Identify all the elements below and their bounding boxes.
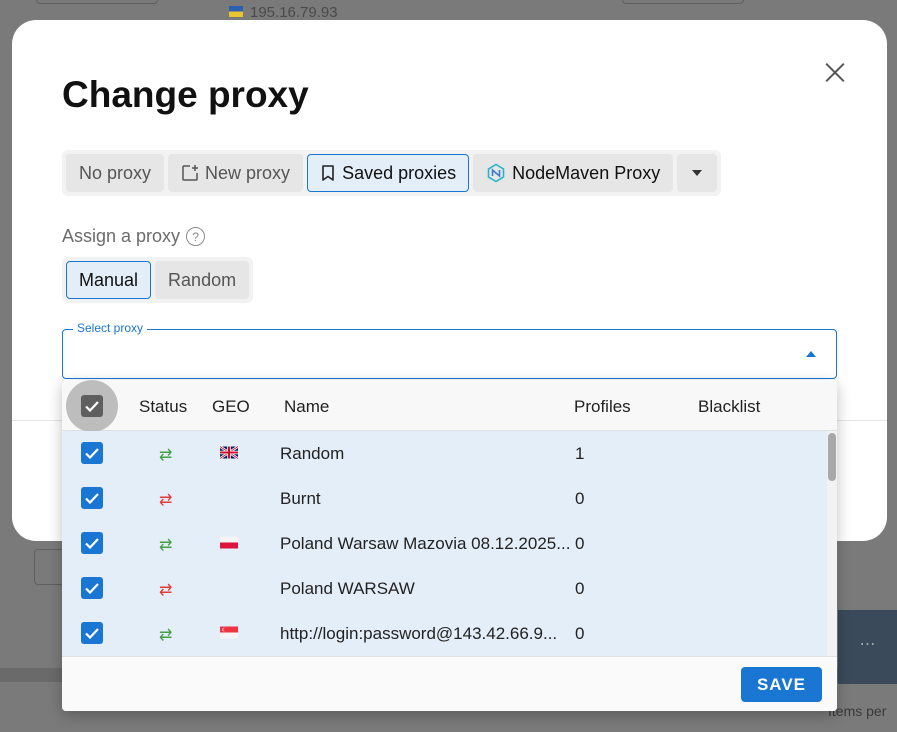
row-name: Random xyxy=(280,444,345,463)
check-icon xyxy=(85,448,99,460)
tab-saved-proxies[interactable]: Saved proxies xyxy=(307,154,470,192)
tab-new-proxy[interactable]: New proxy xyxy=(168,154,304,192)
tab-label: Saved proxies xyxy=(342,162,457,183)
row-profiles: 1 xyxy=(575,444,585,463)
column-geo[interactable]: GEO xyxy=(212,397,250,417)
select-proxy-label: Select proxy xyxy=(73,321,148,335)
table-row[interactable]: ⇄ Poland WARSAW 0 xyxy=(62,566,827,611)
tab-no-proxy[interactable]: No proxy xyxy=(66,154,165,192)
check-icon xyxy=(85,628,99,640)
chevron-down-icon xyxy=(692,170,703,176)
check-icon xyxy=(85,401,99,413)
check-icon xyxy=(85,538,99,550)
dropdown-footer: SAVE xyxy=(62,656,837,711)
table-header: Status GEO Name Profiles Blacklist xyxy=(62,380,837,432)
singapore-flag-icon xyxy=(220,626,238,639)
chevron-up-icon[interactable] xyxy=(806,351,816,357)
bookmark-icon xyxy=(322,165,334,181)
row-checkbox[interactable] xyxy=(81,532,103,554)
table-row[interactable]: ⇄ Burnt 0 xyxy=(62,476,827,521)
row-profiles: 0 xyxy=(575,534,585,553)
assign-proxy-label: Assign a proxy ? xyxy=(62,226,206,247)
add-square-icon xyxy=(182,165,199,181)
row-profiles: 0 xyxy=(575,579,585,598)
tab-label: New proxy xyxy=(205,162,291,183)
status-error-icon: ⇄ xyxy=(159,492,173,509)
status-ok-icon: ⇄ xyxy=(159,447,173,464)
row-name: Burnt xyxy=(280,489,321,508)
nodemaven-logo-icon xyxy=(487,163,505,183)
column-blacklist[interactable]: Blacklist xyxy=(698,397,760,417)
background-box xyxy=(622,0,744,4)
row-checkbox[interactable] xyxy=(81,442,103,464)
row-name: Poland Warsaw Mazovia 08.12.2025... xyxy=(280,534,571,553)
table-row[interactable]: ⇄ Poland Warsaw Mazovia 08.12.2025... 0 xyxy=(62,521,827,566)
mode-label: Random xyxy=(168,269,237,290)
more-icon: ⋯ xyxy=(838,610,897,684)
tab-nodemaven-proxy[interactable]: NodeMaven Proxy xyxy=(473,154,674,192)
help-icon[interactable]: ? xyxy=(186,227,206,246)
select-proxy-field[interactable]: Select proxy xyxy=(62,321,837,379)
scrollbar-thumb[interactable] xyxy=(828,433,836,481)
save-button[interactable]: SAVE xyxy=(741,667,822,702)
column-name[interactable]: Name xyxy=(284,397,329,417)
mode-label: Manual xyxy=(79,269,139,290)
close-icon[interactable] xyxy=(822,59,848,85)
assign-proxy-text: Assign a proxy xyxy=(62,226,181,246)
ukraine-flag-icon xyxy=(229,6,243,17)
background-box xyxy=(36,0,158,4)
proxy-type-tabs: No proxy New proxy Saved proxies NodeMav… xyxy=(62,150,722,196)
column-profiles[interactable]: Profiles xyxy=(574,397,631,417)
mode-random[interactable]: Random xyxy=(155,261,250,299)
poland-flag-icon xyxy=(220,536,238,549)
row-profiles: 0 xyxy=(575,624,585,643)
status-error-icon: ⇄ xyxy=(159,582,173,599)
table-row[interactable]: ⇄ http://login:password@143.42.66.9... 0 xyxy=(62,611,827,656)
row-checkbox[interactable] xyxy=(81,577,103,599)
tab-label: NodeMaven Proxy xyxy=(512,162,661,183)
row-name: Poland WARSAW xyxy=(280,579,415,598)
tab-label: No proxy xyxy=(79,162,152,183)
status-ok-icon: ⇄ xyxy=(159,627,173,644)
tab-more-dropdown[interactable] xyxy=(677,154,718,192)
check-icon xyxy=(85,493,99,505)
column-status[interactable]: Status xyxy=(139,397,187,417)
row-checkbox[interactable] xyxy=(81,622,103,644)
proxy-dropdown-list: Status GEO Name Profiles Blacklist ⇄ Ran… xyxy=(62,380,837,711)
dialog-title: Change proxy xyxy=(62,74,309,115)
background-ip: 195.16.79.93 xyxy=(250,4,338,21)
assign-mode-toggle: Manual Random xyxy=(62,257,254,303)
check-icon xyxy=(85,583,99,595)
table-body: ⇄ Random 1 ⇄ Burnt 0 ⇄ Poland Warsaw Maz… xyxy=(62,431,827,656)
row-profiles: 0 xyxy=(575,489,585,508)
uk-flag-icon xyxy=(220,445,238,460)
row-checkbox[interactable] xyxy=(81,487,103,509)
table-row[interactable]: ⇄ Random 1 xyxy=(62,431,827,476)
status-ok-icon: ⇄ xyxy=(159,537,173,554)
row-name: http://login:password@143.42.66.9... xyxy=(280,624,558,643)
scrollbar[interactable] xyxy=(827,431,837,656)
select-all-checkbox[interactable] xyxy=(81,395,103,417)
mode-manual[interactable]: Manual xyxy=(66,261,152,299)
